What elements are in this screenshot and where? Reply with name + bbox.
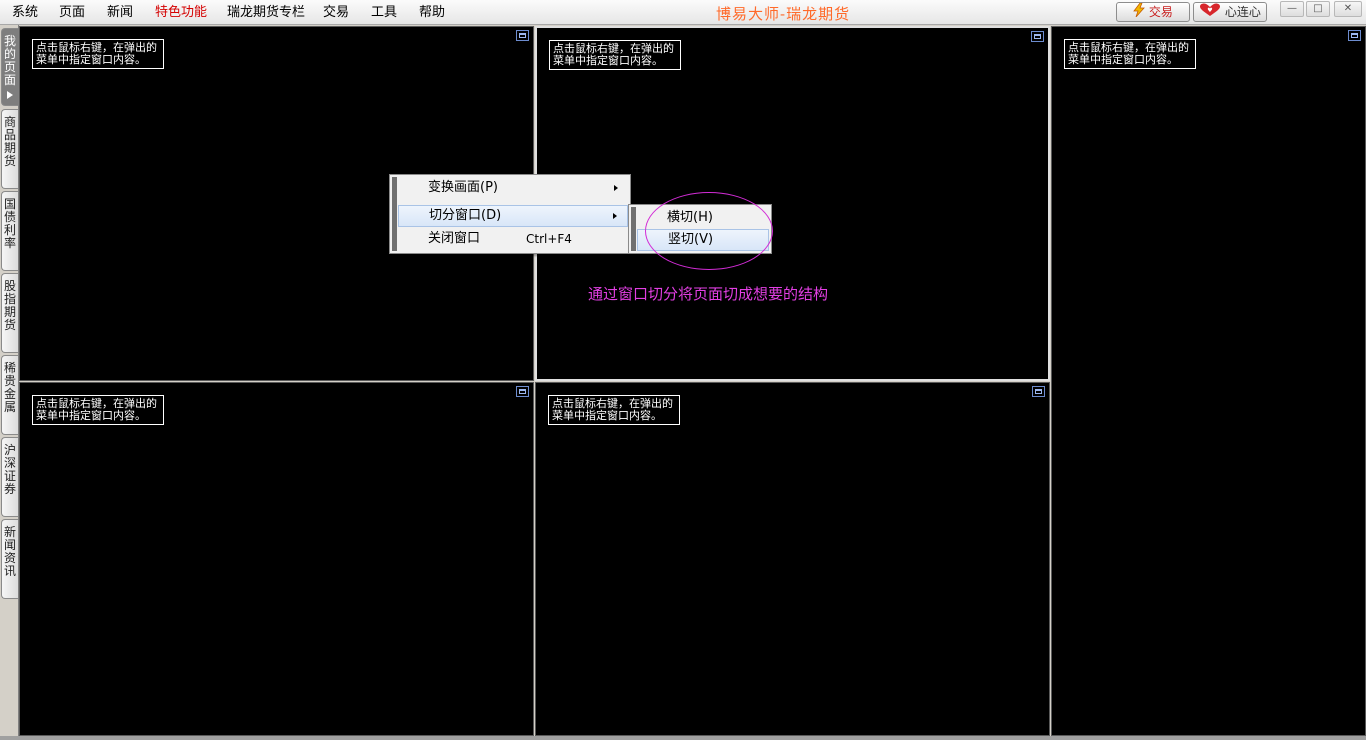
side-tab-label: 商品期货 bbox=[3, 115, 16, 168]
menu-item-label: 横切(H) bbox=[667, 210, 713, 225]
chart-pane-right[interactable]: 点击鼠标右键，在弹出的 菜单中指定窗口内容。 bbox=[1051, 26, 1366, 736]
menu-system[interactable]: 系统 bbox=[12, 5, 38, 21]
menu-page[interactable]: 页面 bbox=[59, 5, 85, 21]
side-tab-label: 股指期货 bbox=[3, 279, 16, 332]
svg-text:♥: ♥ bbox=[1207, 7, 1212, 14]
menu-gutter bbox=[631, 207, 636, 251]
side-tab-label: 沪深证券 bbox=[3, 443, 16, 496]
side-tab-bar: 我的页面 商品期货 国债利率 股指期货 稀贵金属 沪深证券 新闻资讯 bbox=[0, 25, 19, 740]
menu-item-label: 关闭窗口 bbox=[428, 231, 481, 246]
maximize-pane-icon[interactable] bbox=[1348, 30, 1361, 41]
trade-button-label: 交易 bbox=[1148, 5, 1173, 19]
menu-item-switch-view[interactable]: 变换画面(P) bbox=[398, 177, 628, 199]
minimize-button[interactable]: — bbox=[1280, 1, 1304, 17]
side-tab-precious-metals[interactable]: 稀贵金属 bbox=[1, 355, 18, 435]
submenu-arrow-icon bbox=[613, 213, 617, 219]
menu-news[interactable]: 新闻 bbox=[107, 5, 133, 21]
side-tab-label: 我的页面 bbox=[3, 34, 16, 87]
menu-item-vertical-split[interactable]: 竖切(V) bbox=[637, 229, 769, 251]
menu-item-label: 变换画面(P) bbox=[428, 180, 498, 195]
menu-item-label: 切分窗口(D) bbox=[429, 208, 502, 223]
side-tab-label: 国债利率 bbox=[3, 197, 16, 250]
menu-item-shortcut: Ctrl+F4 bbox=[526, 232, 572, 246]
menu-item-close-window[interactable]: 关闭窗口 Ctrl+F4 bbox=[398, 228, 628, 250]
trade-button[interactable]: 交易 bbox=[1116, 2, 1190, 22]
xinlianxin-button[interactable]: ♥ 心连心 bbox=[1193, 2, 1267, 22]
play-arrow-icon bbox=[7, 91, 13, 99]
side-tab-treasury-rates[interactable]: 国债利率 bbox=[1, 191, 18, 271]
bottom-status-strip bbox=[0, 736, 1366, 740]
menu-item-horizontal-split[interactable]: 横切(H) bbox=[637, 207, 769, 229]
menu-ruilong-column[interactable]: 瑞龙期货专栏 bbox=[227, 5, 305, 21]
split-submenu: 横切(H) 竖切(V) bbox=[628, 204, 772, 254]
menu-item-label: 竖切(V) bbox=[668, 232, 714, 247]
menu-help[interactable]: 帮助 bbox=[419, 5, 445, 21]
menu-item-split-window[interactable]: 切分窗口(D) bbox=[398, 205, 628, 227]
lightning-icon bbox=[1133, 2, 1145, 22]
heart-icon: ♥ bbox=[1199, 3, 1221, 22]
side-tab-commodity-futures[interactable]: 商品期货 bbox=[1, 109, 18, 189]
side-tab-securities[interactable]: 沪深证券 bbox=[1, 437, 18, 517]
submenu-arrow-icon bbox=[614, 185, 618, 191]
maximize-pane-icon[interactable] bbox=[516, 386, 529, 397]
app-title: 博易大师-瑞龙期货 bbox=[716, 5, 851, 23]
pane-hint: 点击鼠标右键，在弹出的 菜单中指定窗口内容。 bbox=[32, 39, 164, 69]
pane-hint: 点击鼠标右键，在弹出的 菜单中指定窗口内容。 bbox=[1064, 39, 1196, 69]
chart-pane-bottom-middle[interactable]: 点击鼠标右键，在弹出的 菜单中指定窗口内容。 bbox=[535, 382, 1050, 736]
restore-icon: □ bbox=[1313, 3, 1323, 14]
minimize-icon: — bbox=[1287, 3, 1297, 14]
menu-trade[interactable]: 交易 bbox=[323, 5, 349, 21]
xinlianxin-button-label: 心连心 bbox=[1224, 5, 1261, 19]
side-tab-index-futures[interactable]: 股指期货 bbox=[1, 273, 18, 353]
close-icon: ✕ bbox=[1343, 3, 1353, 14]
side-tab-news[interactable]: 新闻资讯 bbox=[1, 519, 18, 599]
chart-pane-bottom-left[interactable]: 点击鼠标右键，在弹出的 菜单中指定窗口内容。 bbox=[19, 382, 534, 736]
pane-hint: 点击鼠标右键，在弹出的 菜单中指定窗口内容。 bbox=[549, 40, 681, 70]
menu-tools[interactable]: 工具 bbox=[371, 5, 397, 21]
maximize-pane-icon[interactable] bbox=[1031, 31, 1044, 42]
maximize-pane-icon[interactable] bbox=[516, 30, 529, 41]
maximize-pane-icon[interactable] bbox=[1032, 386, 1045, 397]
close-button[interactable]: ✕ bbox=[1334, 1, 1362, 17]
menu-special-features[interactable]: 特色功能 bbox=[155, 5, 207, 21]
context-menu: 变换画面(P) 切分窗口(D) 关闭窗口 Ctrl+F4 bbox=[389, 174, 631, 254]
menu-gutter bbox=[392, 177, 397, 251]
tutorial-annotation: 通过窗口切分将页面切成想要的结构 bbox=[588, 285, 829, 303]
menu-bar: 系统 页面 新闻 特色功能 瑞龙期货专栏 交易 工具 帮助 博易大师-瑞龙期货 … bbox=[0, 0, 1366, 25]
pane-hint: 点击鼠标右键，在弹出的 菜单中指定窗口内容。 bbox=[32, 395, 164, 425]
side-tab-label: 稀贵金属 bbox=[3, 361, 16, 414]
side-tab-my-page[interactable]: 我的页面 bbox=[1, 28, 18, 106]
pane-hint: 点击鼠标右键，在弹出的 菜单中指定窗口内容。 bbox=[548, 395, 680, 425]
side-tab-label: 新闻资讯 bbox=[3, 525, 16, 578]
restore-button[interactable]: □ bbox=[1306, 1, 1330, 17]
